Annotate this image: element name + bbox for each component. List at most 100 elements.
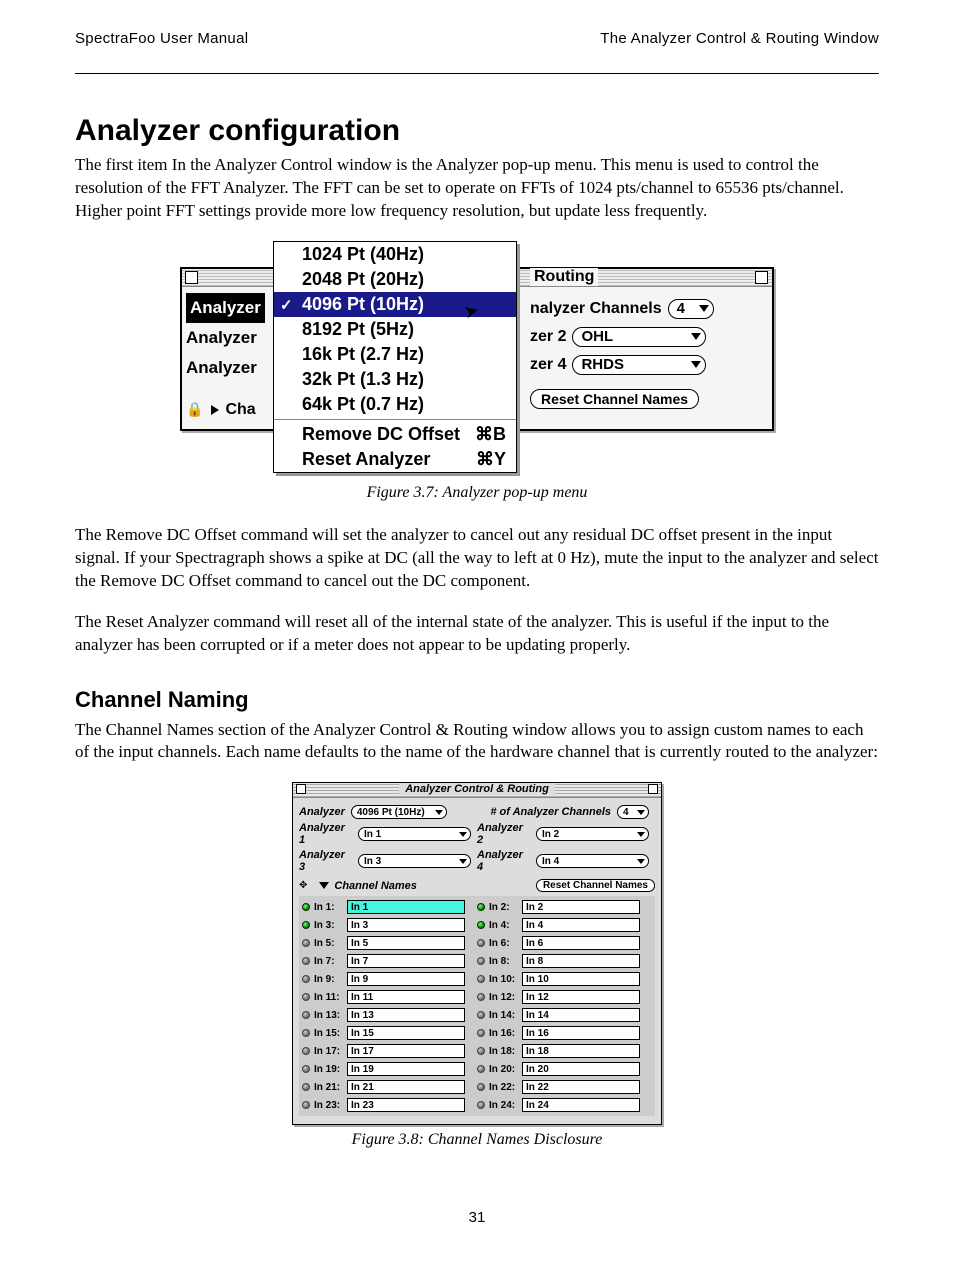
assign-dropdown[interactable]: In 1: [358, 827, 471, 841]
channel-label: In 7:: [302, 956, 347, 967]
channel-name-input[interactable]: In 21: [347, 1080, 465, 1094]
paragraph-4: The Channel Names section of the Analyze…: [75, 719, 879, 765]
channel-row: In 5:In 5In 6:In 6: [299, 934, 655, 952]
channel-label: In 3:: [302, 920, 347, 931]
cursor-icon: ✥: [299, 880, 307, 891]
channel-label: In 2:: [477, 902, 522, 913]
status-dot-icon: [302, 1029, 310, 1037]
channel-label: In 1:: [302, 902, 347, 913]
channel-name-input[interactable]: In 7: [347, 954, 465, 968]
analyzer-control-window: Analyzer Control & Routing Analyzer 4096…: [292, 782, 662, 1125]
channel-label: In 22:: [477, 1082, 522, 1093]
section-title: Analyzer configuration: [75, 114, 879, 148]
menu-item[interactable]: 64k Pt (0.7 Hz): [274, 392, 516, 417]
menu-item-remove-dc[interactable]: Remove DC Offset⌘B: [274, 422, 516, 447]
channel-row: In 9:In 9In 10:In 10: [299, 970, 655, 988]
channel-name-input[interactable]: In 19: [347, 1062, 465, 1076]
channel-names-grid: In 1:In 1 In 2:In 2 In 3:In 3 In 4:In 4 In 5…: [299, 896, 655, 1116]
assign-dropdown[interactable]: In 3: [358, 854, 471, 868]
status-dot-icon: [302, 1065, 310, 1073]
status-dot-icon: [302, 939, 310, 947]
assign-dropdown[interactable]: In 2: [536, 827, 649, 841]
channel-label: In 5:: [302, 938, 347, 949]
menu-item[interactable]: 8192 Pt (5Hz): [274, 317, 516, 342]
routing-row-4-dropdown[interactable]: RHDS: [572, 355, 706, 375]
channel-name-input[interactable]: In 8: [522, 954, 640, 968]
status-dot-icon: [477, 903, 485, 911]
channel-name-input[interactable]: In 20: [522, 1062, 640, 1076]
channel-label: In 24:: [477, 1100, 522, 1111]
analyzer-label-2: Analyzer: [186, 323, 265, 353]
routing-row-2-label: zer 2: [530, 328, 566, 346]
lock-icon: 🔒: [186, 401, 203, 417]
menu-item[interactable]: 1024 Pt (40Hz): [274, 242, 516, 267]
analyzer-channels-dropdown[interactable]: 4: [668, 299, 714, 319]
analyzer-resolution-dropdown[interactable]: 4096 Pt (10Hz): [351, 805, 447, 819]
channel-name-input[interactable]: In 9: [347, 972, 465, 986]
channel-name-input[interactable]: In 3: [347, 918, 465, 932]
assign-label: Analyzer 4: [477, 849, 530, 873]
channel-name-input[interactable]: In 17: [347, 1044, 465, 1058]
menu-item[interactable]: 32k Pt (1.3 Hz): [274, 367, 516, 392]
channel-row: In 13:In 13In 14:In 14: [299, 1006, 655, 1024]
shortcut-text: ⌘Y: [476, 449, 506, 470]
channel-name-input[interactable]: In 15: [347, 1026, 465, 1040]
channel-name-input[interactable]: In 2: [522, 900, 640, 914]
status-dot-icon: [302, 1011, 310, 1019]
analyzer-channels-label: # of Analyzer Channels: [490, 806, 611, 818]
window-widget-icon[interactable]: [648, 784, 658, 794]
close-icon[interactable]: [296, 784, 306, 794]
status-dot-icon: [477, 939, 485, 947]
status-dot-icon: [477, 1101, 485, 1109]
channel-row: In 17:In 17In 18:In 18: [299, 1042, 655, 1060]
channel-name-input[interactable]: In 12: [522, 990, 640, 1004]
status-dot-icon: [302, 975, 310, 983]
disclosure-triangle-icon[interactable]: [319, 882, 329, 889]
channel-label: In 23:: [302, 1100, 347, 1111]
channel-row: In 23:In 23 In 24:In 24: [299, 1096, 655, 1114]
channel-label: In 10:: [477, 974, 522, 985]
status-dot-icon: [302, 1101, 310, 1109]
status-dot-icon: [302, 957, 310, 965]
channel-name-input[interactable]: In 23: [347, 1098, 465, 1112]
window-title-text: Analyzer Control & Routing: [399, 783, 555, 795]
channel-name-input[interactable]: In 10: [522, 972, 640, 986]
assign-dropdown[interactable]: In 4: [536, 854, 649, 868]
channel-name-input[interactable]: In 24: [522, 1098, 640, 1112]
channel-name-input[interactable]: In 16: [522, 1026, 640, 1040]
reset-channel-names-button[interactable]: Reset Channel Names: [536, 879, 655, 892]
menu-item[interactable]: 16k Pt (2.7 Hz): [274, 342, 516, 367]
reset-channel-names-button[interactable]: Reset Channel Names: [530, 389, 699, 409]
channel-name-input[interactable]: In 1: [347, 900, 465, 914]
status-dot-icon: [477, 975, 485, 983]
channel-name-input[interactable]: In 18: [522, 1044, 640, 1058]
figure-2: Analyzer Control & Routing Analyzer 4096…: [75, 782, 879, 1125]
channel-row: In 11:In 11In 12:In 12: [299, 988, 655, 1006]
channel-names-toggle-row[interactable]: 🔒Cha: [186, 401, 256, 419]
channel-name-input[interactable]: In 14: [522, 1008, 640, 1022]
chevron-down-icon: [699, 305, 709, 312]
paragraph-1: The first item In the Analyzer Control w…: [75, 154, 879, 223]
figure-1: Routing Analyzer Analyzer Analyzer 🔒Cha …: [75, 241, 879, 478]
channel-name-input[interactable]: In 11: [347, 990, 465, 1004]
chevron-down-icon: [637, 859, 645, 864]
status-dot-icon: [302, 993, 310, 1001]
channel-name-input[interactable]: In 5: [347, 936, 465, 950]
routing-row-2-dropdown[interactable]: OHL: [572, 327, 706, 347]
menu-item-reset-analyzer[interactable]: Reset Analyzer⌘Y: [274, 447, 516, 472]
menu-item[interactable]: 2048 Pt (20Hz): [274, 267, 516, 292]
channel-name-input[interactable]: In 22: [522, 1080, 640, 1094]
disclosure-triangle-icon[interactable]: [211, 405, 219, 415]
analyzer-popup-menu[interactable]: 1024 Pt (40Hz) 2048 Pt (20Hz) ✓4096 Pt (…: [273, 241, 517, 473]
status-dot-icon: [477, 1083, 485, 1091]
channel-name-input[interactable]: In 4: [522, 918, 640, 932]
channel-name-input[interactable]: In 13: [347, 1008, 465, 1022]
channel-label: In 4:: [477, 920, 522, 931]
channel-row: In 19:In 19In 20:In 20: [299, 1060, 655, 1078]
channel-label: In 14:: [477, 1010, 522, 1021]
close-icon[interactable]: [185, 271, 198, 284]
analyzer-channels-dropdown[interactable]: 4: [617, 805, 649, 819]
window-widget-icon[interactable]: [755, 271, 768, 284]
subsection-title: Channel Naming: [75, 687, 879, 713]
channel-name-input[interactable]: In 6: [522, 936, 640, 950]
